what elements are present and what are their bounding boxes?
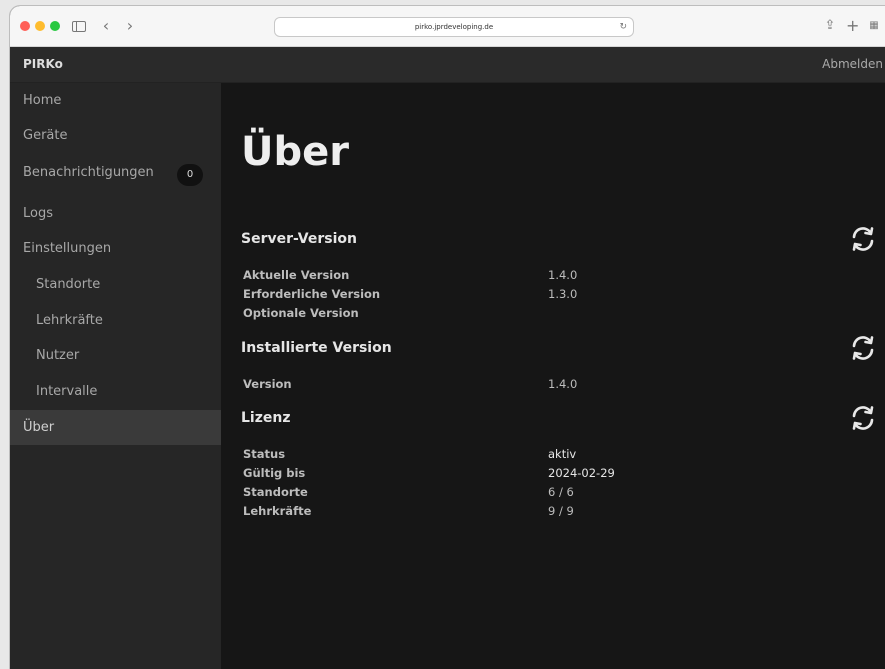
tab-overview-icon[interactable]: ▦ [868, 16, 880, 36]
sidebar-item-label: Logs [23, 206, 53, 221]
license-teachers-value: 9 / 9 [548, 504, 574, 518]
license-status-label: Status [243, 447, 286, 461]
notification-count-badge: 0 [177, 164, 203, 186]
installed-version-heading: Installierte Version [241, 340, 392, 356]
sidebar-item-label: Benachrichtigungen [23, 165, 154, 180]
logout-link[interactable]: Abmelden [822, 47, 883, 82]
sidebar-item-label: Geräte [23, 128, 68, 143]
browser-window: ‹ › pirko.jprdeveloping.de ↻ ⇪ + ▦ PIRKo… [10, 6, 885, 669]
sidebar-item-label: Home [23, 93, 62, 108]
sidebar-item-einstellungen[interactable]: Einstellungen [10, 231, 221, 266]
sidebar-item-benachrichtigungen[interactable]: Benachrichtigungen 0 [10, 155, 221, 190]
license-locations-value: 6 / 6 [548, 485, 574, 499]
app-header: PIRKo Abmelden [10, 47, 885, 83]
server-version-heading: Server-Version [241, 231, 357, 247]
license-valid-until-value: 2024-02-29 [548, 466, 615, 480]
license-heading: Lizenz [241, 410, 291, 426]
address-bar[interactable]: pirko.jprdeveloping.de ↻ [274, 17, 634, 37]
close-window-button[interactable] [20, 21, 30, 31]
minimize-window-button[interactable] [35, 21, 45, 31]
sidebar-toggle-icon[interactable] [72, 16, 86, 36]
sidebar-item-label: Über [23, 420, 55, 435]
sidebar-item-home[interactable]: Home [10, 83, 221, 118]
refresh-icon[interactable] [848, 333, 878, 363]
sidebar-item-label: Einstellungen [23, 241, 112, 256]
zoom-window-button[interactable] [50, 21, 60, 31]
server-required-value: 1.3.0 [548, 287, 578, 301]
sidebar-item-nutzer[interactable]: Nutzer [10, 338, 221, 373]
main-content: Über Server-Version Aktuelle Version 1.4… [221, 83, 885, 669]
browser-toolbar: ‹ › pirko.jprdeveloping.de ↻ ⇪ + ▦ [10, 6, 885, 47]
sidebar-item-label: Lehrkräfte [36, 313, 103, 328]
refresh-icon[interactable] [848, 403, 878, 433]
app-brand[interactable]: PIRKo [23, 47, 63, 82]
sidebar-item-ueber[interactable]: Über [10, 410, 221, 445]
sidebar-item-intervalle[interactable]: Intervalle [10, 374, 221, 409]
installed-version-label: Version [243, 377, 292, 391]
server-optional-label: Optionale Version [243, 306, 359, 320]
sidebar-item-lehrkraefte[interactable]: Lehrkräfte [10, 303, 221, 338]
page-title: Über [241, 129, 349, 175]
server-current-value: 1.4.0 [548, 268, 578, 282]
sidebar-item-logs[interactable]: Logs [10, 196, 221, 231]
license-locations-label: Standorte [243, 485, 308, 499]
forward-icon[interactable]: › [124, 16, 136, 36]
back-icon[interactable]: ‹ [100, 16, 112, 36]
share-icon[interactable]: ⇪ [824, 16, 836, 36]
license-status-value: aktiv [548, 447, 577, 461]
server-required-label: Erforderliche Version [243, 287, 381, 301]
new-tab-icon[interactable]: + [846, 16, 859, 36]
reload-icon[interactable]: ↻ [619, 18, 627, 36]
sidebar-item-standorte[interactable]: Standorte [10, 267, 221, 302]
server-current-label: Aktuelle Version [243, 268, 350, 282]
sidebar-item-label: Intervalle [36, 384, 98, 399]
sidebar-item-label: Standorte [36, 277, 101, 292]
address-bar-url: pirko.jprdeveloping.de [414, 23, 494, 31]
license-valid-until-label: Gültig bis [243, 466, 306, 480]
installed-version-value: 1.4.0 [548, 377, 578, 391]
refresh-icon[interactable] [848, 224, 878, 254]
sidebar-nav: Home Geräte Benachrichtigungen 0 Logs Ei… [10, 83, 221, 669]
license-teachers-label: Lehrkräfte [243, 504, 312, 518]
sidebar-item-label: Nutzer [36, 348, 80, 363]
sidebar-item-geraete[interactable]: Geräte [10, 118, 221, 153]
